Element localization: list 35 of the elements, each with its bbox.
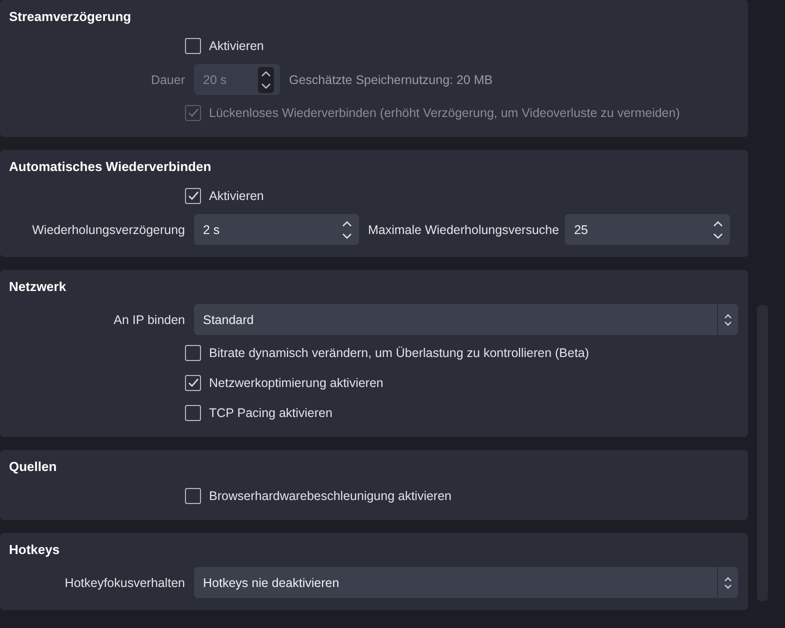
memory-note: Geschätzte Speichernutzung: 20 MB — [289, 72, 493, 86]
dropdown[interactable]: Hotkeys nie deaktivieren — [194, 567, 738, 598]
checkmark-icon — [188, 378, 198, 388]
section-title: Netzwerk — [9, 278, 68, 296]
spin-field[interactable]: 25 — [565, 214, 730, 245]
checkbox[interactable] — [185, 345, 201, 361]
field-label: Dauer — [150, 72, 186, 86]
checkbox-label: Bitrate dynamisch verändern, um Überlastung zu kontrollieren (Beta) — [209, 346, 590, 360]
checkbox[interactable] — [185, 188, 201, 204]
checkbox-label: Aktivieren — [209, 39, 264, 53]
dropdown-arrows-icon — [723, 574, 733, 590]
dropdown-arrows-icon — [723, 312, 733, 328]
checkbox-label: Aktivieren — [209, 189, 264, 203]
spin-arrows-icon[interactable] — [712, 218, 724, 240]
checkbox-label: Browserhardwarebeschleunigung aktivieren — [209, 489, 452, 503]
checkbox-label: TCP Pacing aktivieren — [209, 406, 332, 420]
dropdown[interactable]: Standard — [194, 304, 738, 335]
section-title: Hotkeys — [9, 541, 61, 559]
field-label: An IP binden — [112, 312, 186, 326]
checkmark-icon — [188, 108, 198, 118]
section-title: Quellen — [9, 458, 58, 476]
spin-arrows-icon[interactable] — [341, 218, 353, 240]
spin-field[interactable]: 2 s — [194, 214, 359, 245]
section-title: Streamverzögerung — [9, 8, 132, 26]
checkbox[interactable] — [185, 38, 201, 54]
checkbox[interactable] — [185, 405, 201, 421]
field-label: Hotkeyfokusverhalten — [64, 576, 186, 590]
field-label: Wiederholungsverzögerung — [31, 222, 186, 236]
checkbox-label: Lückenloses Wiederverbinden (erhöht Verzögerung, um Videoverluste zu vermeiden) — [209, 106, 680, 120]
checkbox[interactable] — [185, 488, 201, 504]
checkmark-icon — [188, 191, 198, 201]
checkbox[interactable] — [185, 375, 201, 391]
section-title: Automatisches Wiederverbinden — [9, 158, 212, 176]
checkbox-label: Netzwerkoptimierung aktivieren — [209, 376, 384, 390]
field-label: Maximale Wiederholungsversuche — [368, 222, 560, 236]
